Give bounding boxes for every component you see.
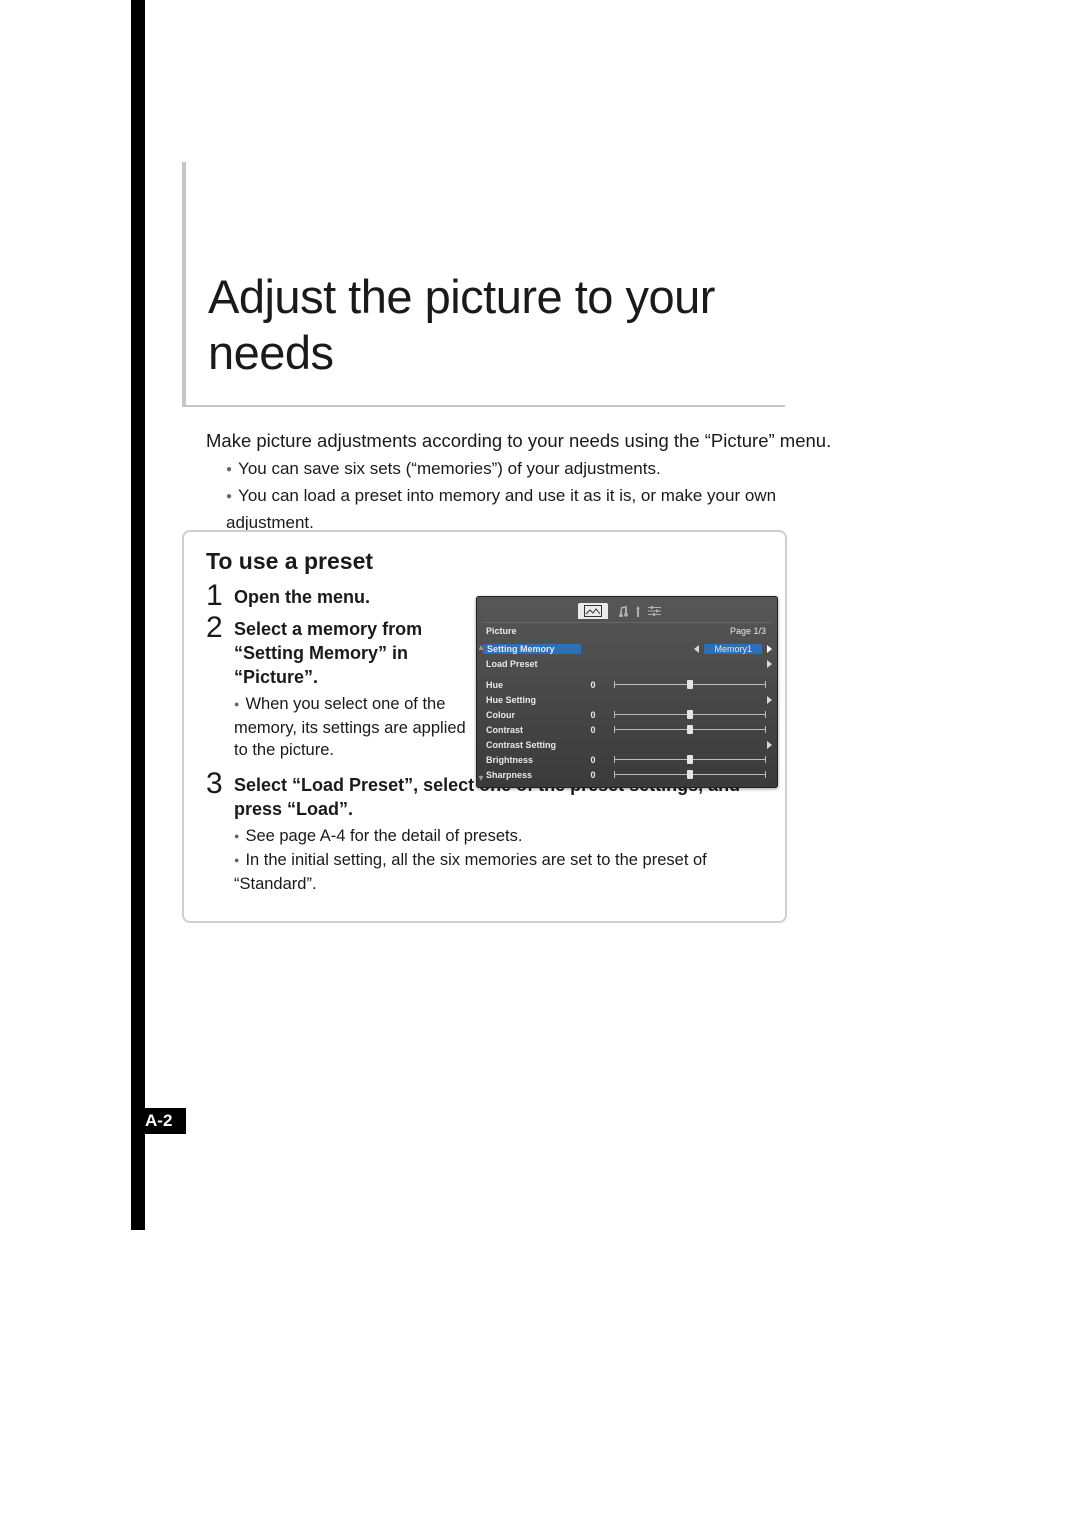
osd-row-label: Hue Setting: [482, 695, 578, 705]
osd-row-value: 0: [578, 770, 608, 780]
step-number: 2: [206, 613, 234, 643]
title-box: Adjust the picture to your needs: [182, 162, 785, 407]
osd-row-value: 0: [578, 710, 608, 720]
step-sub: In the initial setting, all the six memo…: [234, 849, 767, 895]
chevron-right-icon[interactable]: [767, 660, 772, 668]
osd-row-setting-memory[interactable]: Setting Memory Memory1: [482, 641, 772, 656]
osd-slider[interactable]: [614, 714, 766, 715]
intro-bullet: You can load a preset into memory and us…: [226, 484, 846, 535]
step-number: 1: [206, 581, 234, 611]
step-sub: When you select one of the memory, its s…: [234, 693, 474, 761]
osd-page-indicator: Page 1/3: [616, 626, 772, 636]
osd-section-label: Picture: [482, 626, 616, 636]
osd-row-label: Load Preset: [482, 659, 578, 669]
osd-setting-memory-value: Memory1: [704, 644, 762, 654]
osd-tab-picture[interactable]: [578, 603, 608, 619]
page-title: Adjust the picture to your needs: [208, 269, 785, 381]
intro-bullet: You can save six sets (“memories”) of yo…: [226, 457, 846, 484]
osd-row-label: Setting Memory: [483, 644, 581, 654]
osd-slider[interactable]: [614, 774, 766, 775]
osd-row-hue[interactable]: Hue 0: [482, 677, 772, 692]
osd-row-label: Colour: [482, 710, 578, 720]
osd-row-value: 0: [578, 680, 608, 690]
settings-icon: [648, 606, 661, 616]
osd-tabs: [482, 600, 772, 623]
tool-icon: [634, 606, 643, 617]
section-bar: [131, 0, 145, 1230]
osd-row-load-preset[interactable]: Load Preset: [482, 656, 772, 671]
osd-row-label: Sharpness: [482, 770, 578, 780]
osd-row-label: Brightness: [482, 755, 578, 765]
osd-row-label: Contrast Setting: [482, 740, 578, 750]
osd-row-colour[interactable]: Colour 0: [482, 707, 772, 722]
osd-row-value: 0: [578, 725, 608, 735]
step-sub: See page A-4 for the detail of presets.: [234, 825, 767, 849]
osd-row-contrast-setting[interactable]: Contrast Setting: [482, 737, 772, 752]
intro-lead: Make picture adjustments according to yo…: [206, 428, 846, 453]
step-heading: Open the menu.: [234, 587, 370, 607]
chevron-right-icon[interactable]: [767, 696, 772, 704]
intro-block: Make picture adjustments according to yo…: [206, 428, 846, 535]
step-number: 3: [206, 769, 234, 799]
step-3: 3 Select “Load Preset”, select one of th…: [206, 769, 767, 901]
chevron-left-icon[interactable]: [694, 645, 699, 653]
osd-slider[interactable]: [614, 684, 766, 685]
chevron-right-icon[interactable]: [767, 645, 772, 653]
osd-row-sharpness[interactable]: Sharpness 0: [482, 767, 772, 782]
osd-subheader: Picture Page 1/3: [482, 623, 772, 639]
osd-tab-others[interactable]: [614, 604, 665, 619]
card-title: To use a preset: [206, 548, 767, 575]
page-number: A-2: [131, 1108, 186, 1134]
osd-rows: Setting Memory Memory1 Load Preset Hue 0: [482, 641, 772, 782]
osd-row-hue-setting[interactable]: Hue Setting: [482, 692, 772, 707]
chevron-right-icon[interactable]: [767, 741, 772, 749]
osd-menu: Picture Page 1/3 ▴▾ Setting Memory Memor…: [476, 596, 778, 788]
osd-row-value: 0: [578, 755, 608, 765]
osd-row-contrast[interactable]: Contrast 0: [482, 722, 772, 737]
osd-row-label: Hue: [482, 680, 578, 690]
music-icon: [618, 606, 629, 617]
osd-row-brightness[interactable]: Brightness 0: [482, 752, 772, 767]
osd-slider[interactable]: [614, 759, 766, 760]
step-heading: Select a memory from “Setting Memory” in…: [234, 619, 422, 687]
osd-slider[interactable]: [614, 729, 766, 730]
osd-row-label: Contrast: [482, 725, 578, 735]
osd-scroll-indicator: ▴▾: [476, 642, 486, 784]
picture-icon: [584, 605, 602, 617]
